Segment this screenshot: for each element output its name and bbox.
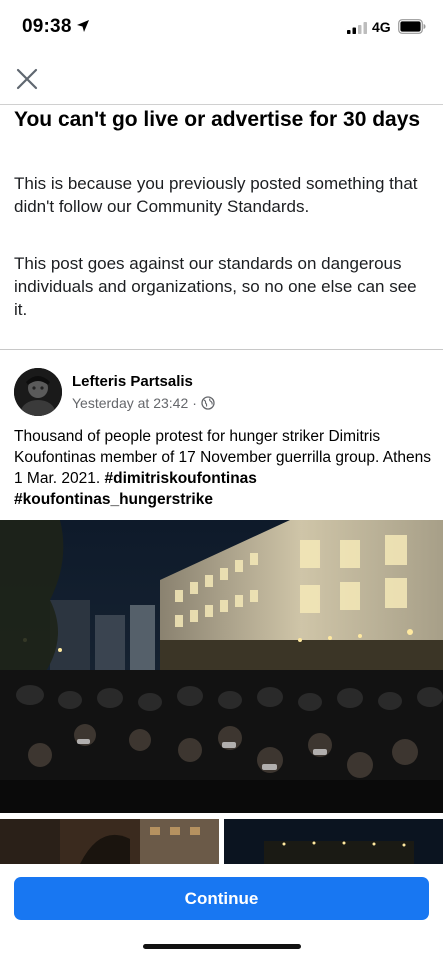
dialog-reason-text: This is because you previously posted so… <box>14 174 418 216</box>
close-icon <box>16 68 38 90</box>
hashtag-link[interactable]: #koufontinas_hungerstrike <box>14 491 213 508</box>
post-photo-thumbnail[interactable] <box>0 819 219 864</box>
network-label: 4G <box>372 19 391 35</box>
post-timestamp[interactable]: Yesterday at 23:42 <box>72 395 188 411</box>
status-bar: 09:38 4G <box>0 0 443 56</box>
post-meta: Yesterday at 23:42 · <box>72 395 215 411</box>
dialog-policy-text: This post goes against our standards on … <box>14 254 417 319</box>
status-time: 09:38 <box>22 16 72 37</box>
location-arrow-icon <box>77 20 89 32</box>
post-author[interactable]: Lefteris Partsalis <box>72 373 193 390</box>
continue-button[interactable]: Continue <box>14 877 429 920</box>
header-divider <box>0 104 443 105</box>
post-photo[interactable] <box>0 520 443 813</box>
home-indicator[interactable] <box>143 944 301 949</box>
dialog-title: You can't go live or advertise for 30 da… <box>14 108 421 131</box>
hashtag-link[interactable]: #dimitriskoufontinas <box>104 470 256 487</box>
avatar <box>14 368 62 416</box>
post-text: Thousand of people protest for hunger st… <box>14 426 434 510</box>
content-divider <box>0 349 443 350</box>
signal-icon <box>347 22 367 34</box>
meta-separator: · <box>192 395 197 411</box>
close-button[interactable] <box>12 64 42 94</box>
battery-icon <box>398 19 426 34</box>
globe-icon <box>201 396 215 410</box>
post-photo-thumbnail[interactable] <box>224 819 443 864</box>
